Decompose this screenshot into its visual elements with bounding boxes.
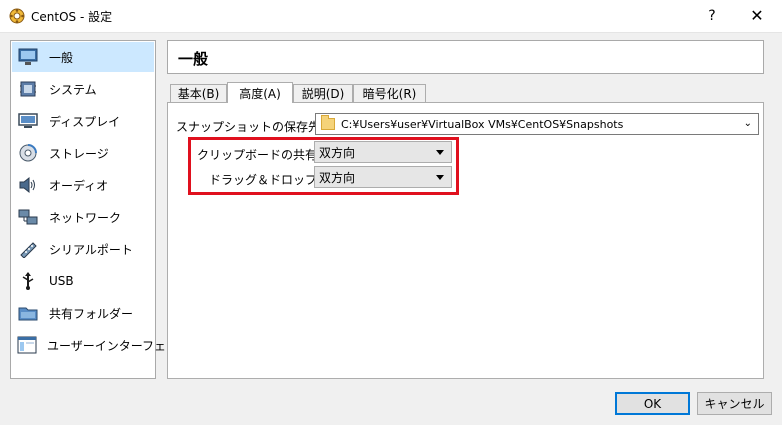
settings-category-list: 一般 システム ディスプレイ ストレージ オーディオ ネットワーク シリアルポー… [10,40,189,379]
sidebar-item-shared-folders[interactable]: 共有フォルダー [12,298,154,328]
page-header: 一般 [167,40,764,74]
page-title: 一般 [178,50,209,68]
ui-icon [17,335,37,355]
sidebar-item-label: USB [49,274,74,288]
sidebar-item-display[interactable]: ディスプレイ [12,106,154,136]
tab-basic[interactable]: 基本(B) [170,84,227,102]
display-icon [17,111,39,131]
tab-description[interactable]: 説明(D) [293,84,353,102]
serial-port-icon [17,239,39,259]
tab-encryption[interactable]: 暗号化(R) [353,84,426,102]
sidebar-item-user-interface[interactable]: ユーザーインターフェース [12,330,189,360]
sidebar-item-label: 一般 [49,50,74,65]
speaker-icon [17,175,39,195]
disk-icon [17,143,39,163]
cancel-button[interactable]: キャンセル [697,392,772,415]
window-title: CentOS - 設定 [31,10,113,24]
sidebar-item-system[interactable]: システム [12,74,154,104]
sidebar-item-general[interactable]: 一般 [12,42,154,72]
shared-folder-icon [17,303,39,323]
title-bar: CentOS - 設定 ? ✕ [0,0,782,33]
sidebar-item-label: シリアルポート [49,242,133,257]
snapshot-folder-path: C:¥Users¥user¥VirtualBox VMs¥CentOS¥Snap… [341,117,624,131]
chevron-down-icon: ⌄ [743,118,752,129]
sidebar-item-label: ストレージ [49,146,109,161]
sidebar-item-label: ディスプレイ [49,114,121,129]
sidebar-item-usb[interactable]: USB [12,266,154,296]
sidebar-item-serial-port[interactable]: シリアルポート [12,234,154,264]
chip-icon [17,79,39,99]
snapshot-folder-selector[interactable]: C:¥Users¥user¥VirtualBox VMs¥CentOS¥Snap… [315,113,759,135]
usb-icon [17,271,39,291]
annotation-highlight-box [188,137,459,195]
virtualbox-app-icon [9,8,25,24]
monitor-icon [17,47,39,67]
tab-advanced[interactable]: 高度(A) [227,82,293,103]
sidebar-item-network[interactable]: ネットワーク [12,202,154,232]
sidebar-item-label: ネットワーク [49,210,122,225]
sidebar-item-audio[interactable]: オーディオ [12,170,154,200]
help-button[interactable]: ? [697,0,727,31]
sidebar-item-label: オーディオ [49,178,109,193]
close-button[interactable]: ✕ [740,0,774,31]
folder-icon [321,115,335,130]
sidebar-item-label: 共有フォルダー [49,306,134,321]
ok-button[interactable]: OK [615,392,690,415]
sidebar-item-label: システム [49,82,97,97]
network-icon [17,207,39,227]
sidebar-item-storage[interactable]: ストレージ [12,138,154,168]
